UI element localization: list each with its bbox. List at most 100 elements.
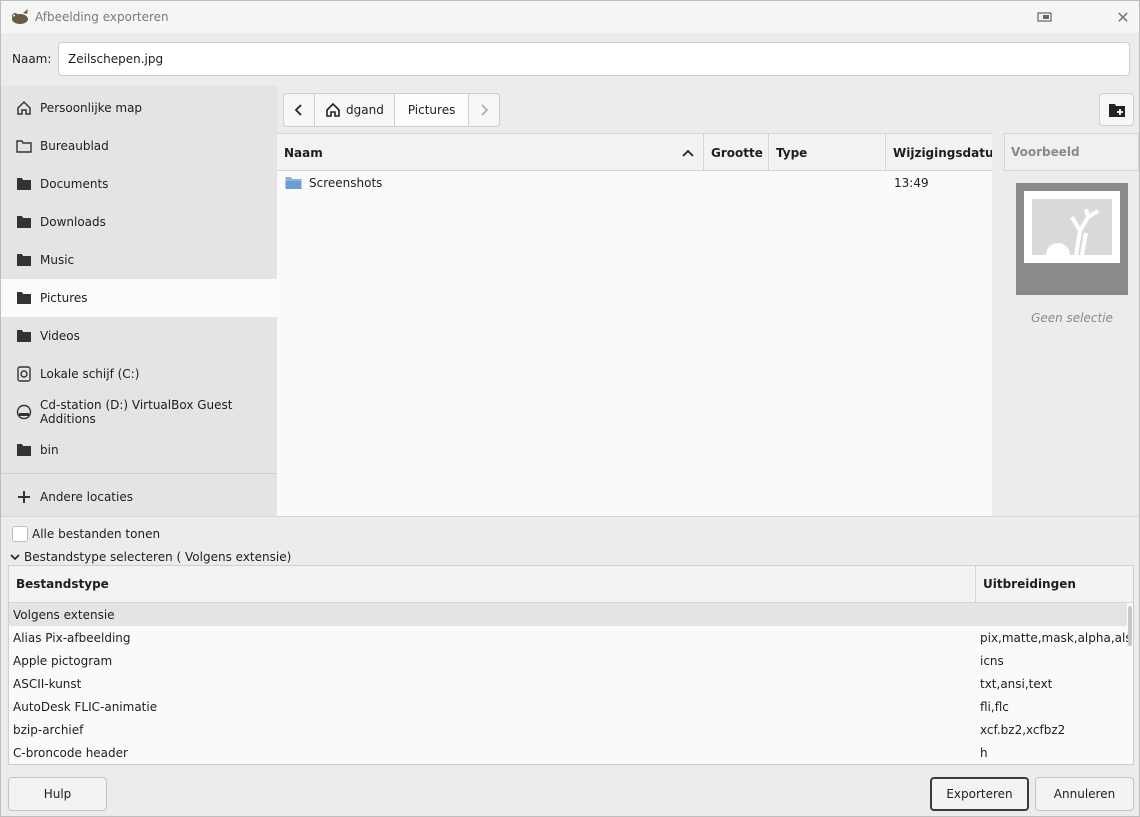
close-button[interactable]: ✕ — [1113, 7, 1133, 27]
sidebar-item-desktop[interactable]: Bureaublad — [1, 127, 277, 165]
column-header-name[interactable]: Naam — [277, 134, 704, 171]
folder-icon — [17, 178, 31, 190]
path-segment-current[interactable]: Pictures — [394, 94, 470, 126]
filetype-scrollbar[interactable] — [1128, 606, 1132, 646]
sidebar-item-label: Videos — [40, 329, 80, 343]
title-bar: Afbeelding exporteren ✕ — [1, 1, 1139, 33]
column-filetype-label: Bestandstype — [16, 577, 109, 591]
image-placeholder-icon — [1024, 191, 1120, 263]
filetype-row[interactable]: AutoDesk FLIC-animatie fli,flc — [9, 695, 1127, 718]
filetype-extensions: icns — [980, 653, 1004, 668]
filetype-extensions: xcf.bz2,xcfbz2 — [980, 722, 1066, 737]
filename-input[interactable]: Zeilschepen.jpg — [58, 42, 1130, 76]
filetype-name: bzip-archief — [13, 722, 84, 737]
sidebar-item-label: bin — [40, 443, 59, 457]
path-forward-button[interactable] — [469, 94, 499, 126]
name-row: Naam: Zeilschepen.jpg — [1, 33, 1139, 85]
cancel-button-label: Annuleren — [1053, 787, 1116, 801]
restore-icon — [1037, 12, 1052, 22]
help-button-label: Hulp — [43, 787, 72, 801]
preview-placeholder-image — [1016, 183, 1128, 295]
folder-icon — [17, 216, 31, 228]
sidebar-item-label: Persoonlijke map — [40, 101, 143, 115]
folder-icon — [285, 177, 302, 189]
column-header-modified[interactable]: Wijzigingsdatum — [886, 134, 1006, 171]
drive-icon — [17, 366, 31, 382]
show-all-files-label: Alle bestanden tonen — [32, 527, 161, 541]
filetype-name: Volgens extensie — [13, 607, 115, 622]
filetype-name: Apple pictogram — [13, 653, 113, 668]
create-folder-button[interactable] — [1099, 93, 1134, 126]
column-header-size[interactable]: Grootte — [704, 134, 769, 171]
export-button[interactable]: Exporteren — [930, 777, 1029, 811]
home-icon — [326, 102, 340, 117]
path-segment-home[interactable]: dgand — [315, 94, 395, 126]
sidebar-item-music[interactable]: Music — [1, 241, 277, 279]
sidebar-item-home[interactable]: Persoonlijke map — [1, 89, 277, 127]
close-icon: ✕ — [1116, 7, 1130, 27]
sidebar-item-documents[interactable]: Documents — [1, 165, 277, 203]
sidebar-item-label: Pictures — [40, 291, 88, 305]
path-back-button[interactable] — [284, 94, 315, 126]
column-modified-label: Wijzigingsdatum — [893, 145, 1007, 160]
column-size-label: Grootte — [711, 145, 763, 160]
options-area: Alle bestanden tonen Bestandstype select… — [1, 516, 1139, 816]
filetype-row[interactable]: ASCII-kunst txt,ansi,text — [9, 672, 1127, 695]
sidebar-item-other-locations[interactable]: Andere locaties — [1, 478, 277, 516]
breadcrumb: dgand Pictures — [283, 93, 501, 127]
filetype-row[interactable]: C-broncode header h — [9, 741, 1127, 764]
sidebar-item-bin[interactable]: bin — [1, 431, 277, 469]
window-title: Afbeelding exporteren — [35, 10, 169, 24]
column-header-type[interactable]: Type — [769, 134, 886, 171]
sidebar-item-pictures[interactable]: Pictures — [1, 279, 277, 317]
folder-icon — [17, 292, 31, 304]
sidebar-item-label: Andere locaties — [40, 490, 133, 504]
sidebar-item-videos[interactable]: Videos — [1, 317, 277, 355]
sidebar-item-label: Documents — [40, 177, 109, 191]
sidebar-item-downloads[interactable]: Downloads — [1, 203, 277, 241]
column-name-label: Naam — [284, 145, 323, 160]
filetype-expander-label: Bestandstype selecteren ( Volgens extens… — [24, 550, 292, 564]
filetype-row[interactable]: Apple pictogram icns — [9, 649, 1127, 672]
plus-icon — [18, 491, 30, 503]
home-icon — [17, 100, 31, 115]
filetype-expander[interactable]: Bestandstype selecteren ( Volgens extens… — [10, 550, 291, 564]
export-button-label: Exporteren — [946, 787, 1013, 801]
sidebar-item-cd-drive[interactable]: Cd-station (D:) VirtualBox Guest Additio… — [1, 393, 277, 431]
sidebar-item-label: Bureaublad — [40, 139, 109, 153]
file-row[interactable]: Screenshots 13:49 — [277, 171, 992, 195]
sort-ascending-icon — [682, 149, 694, 157]
filetype-row[interactable]: Volgens extensie — [9, 603, 1127, 626]
folder-icon — [17, 444, 31, 456]
column-header-filetype[interactable]: Bestandstype — [9, 566, 976, 602]
optical-drive-icon — [16, 404, 32, 420]
column-extensions-label: Uitbreidingen — [983, 577, 1076, 591]
filetype-extensions: pix,matte,mask,alpha,als — [980, 630, 1132, 645]
cancel-button[interactable]: Annuleren — [1035, 777, 1134, 811]
chevron-right-icon — [481, 104, 489, 116]
sidebar-item-label: Lokale schijf (C:) — [40, 367, 140, 381]
gimp-app-icon — [12, 9, 28, 24]
chevron-left-icon — [294, 104, 302, 116]
column-type-label: Type — [776, 145, 808, 160]
folder-icon — [17, 330, 31, 342]
sidebar-item-local-disk[interactable]: Lokale schijf (C:) — [1, 355, 277, 393]
new-folder-icon — [1108, 103, 1125, 117]
column-header-extensions[interactable]: Uitbreidingen — [976, 566, 1133, 602]
show-all-files-checkbox[interactable] — [12, 526, 28, 542]
help-button[interactable]: Hulp — [8, 777, 107, 811]
filetype-table-header: Bestandstype Uitbreidingen — [9, 566, 1133, 603]
filetype-extensions: fli,flc — [980, 699, 1009, 714]
filetype-row[interactable]: Alias Pix-afbeelding pix,matte,mask,alph… — [9, 626, 1132, 649]
restore-button[interactable] — [1035, 7, 1055, 27]
filetype-name: AutoDesk FLIC-animatie — [13, 699, 158, 714]
sidebar-separator — [1, 473, 277, 474]
filetype-name: C-broncode header — [13, 745, 128, 760]
path-segment-label: Pictures — [407, 103, 456, 117]
sidebar-item-label: Downloads — [40, 215, 106, 229]
preview-header: Voorbeeld — [1004, 133, 1139, 171]
folder-icon — [17, 254, 31, 266]
path-segment-label: dgand — [346, 103, 384, 117]
name-label: Naam: — [12, 52, 52, 66]
filetype-row[interactable]: bzip-archief xcf.bz2,xcfbz2 — [9, 718, 1127, 741]
